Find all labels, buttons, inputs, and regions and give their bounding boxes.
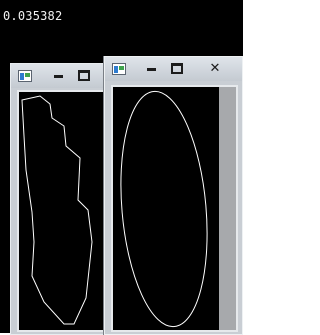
close-icon: ✕ — [209, 60, 221, 76]
app-icon[interactable] — [112, 63, 126, 75]
vertical-scrollbar[interactable] — [219, 87, 236, 330]
minimize-icon — [53, 74, 63, 78]
close-button[interactable]: ✕ — [203, 59, 227, 77]
app-icon[interactable] — [18, 70, 32, 82]
fitted-ellipse-shape — [120, 90, 208, 328]
minimize-button[interactable] — [47, 66, 69, 84]
maximize-button[interactable] — [73, 66, 95, 84]
maximize-button[interactable] — [166, 59, 188, 77]
ellipse-window-titlebar[interactable]: ✕ — [105, 57, 242, 81]
contour-drawing — [21, 95, 93, 325]
minimize-button[interactable] — [140, 59, 162, 77]
console-readout: 0.035382 — [3, 9, 63, 23]
contour-window-titlebar[interactable] — [11, 64, 113, 88]
contour-shape — [21, 95, 93, 325]
minimize-icon — [146, 67, 156, 71]
ellipse-canvas — [111, 85, 238, 332]
contour-window[interactable] — [10, 63, 114, 335]
ellipse-drawing — [120, 90, 208, 328]
maximize-icon — [171, 62, 183, 74]
contour-canvas — [17, 90, 109, 332]
maximize-icon — [78, 69, 90, 81]
ellipse-window[interactable]: ✕ — [104, 56, 243, 335]
